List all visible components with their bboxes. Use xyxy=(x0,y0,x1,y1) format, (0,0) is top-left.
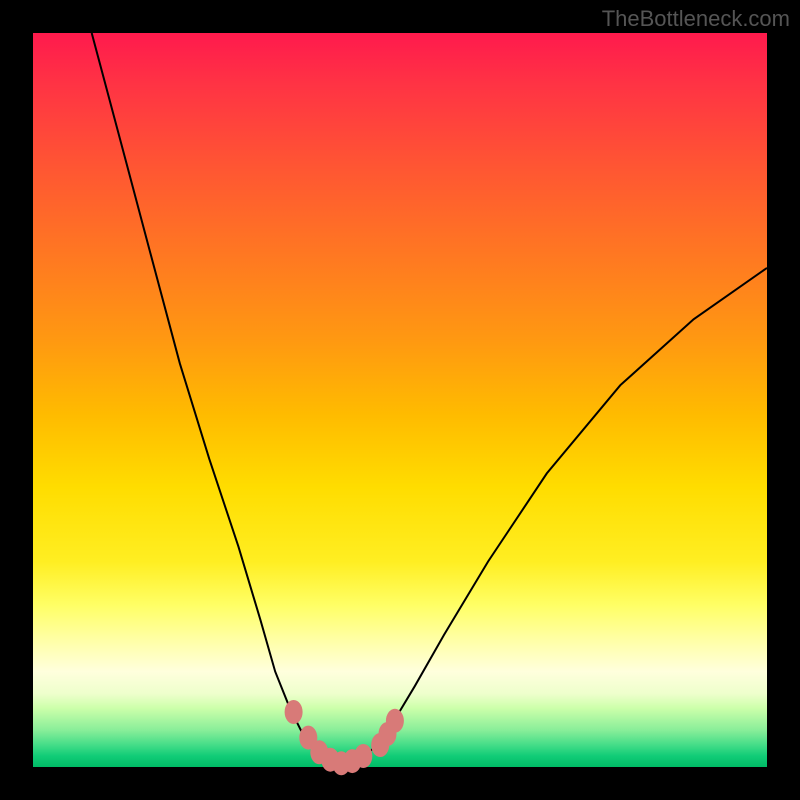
data-marker xyxy=(386,709,404,733)
chart-plot-area xyxy=(33,33,767,767)
bottleneck-curve-line xyxy=(92,33,767,763)
chart-svg xyxy=(33,33,767,767)
watermark-text: TheBottleneck.com xyxy=(602,6,790,32)
marker-group xyxy=(285,700,404,775)
data-marker xyxy=(354,744,372,768)
data-marker xyxy=(285,700,303,724)
